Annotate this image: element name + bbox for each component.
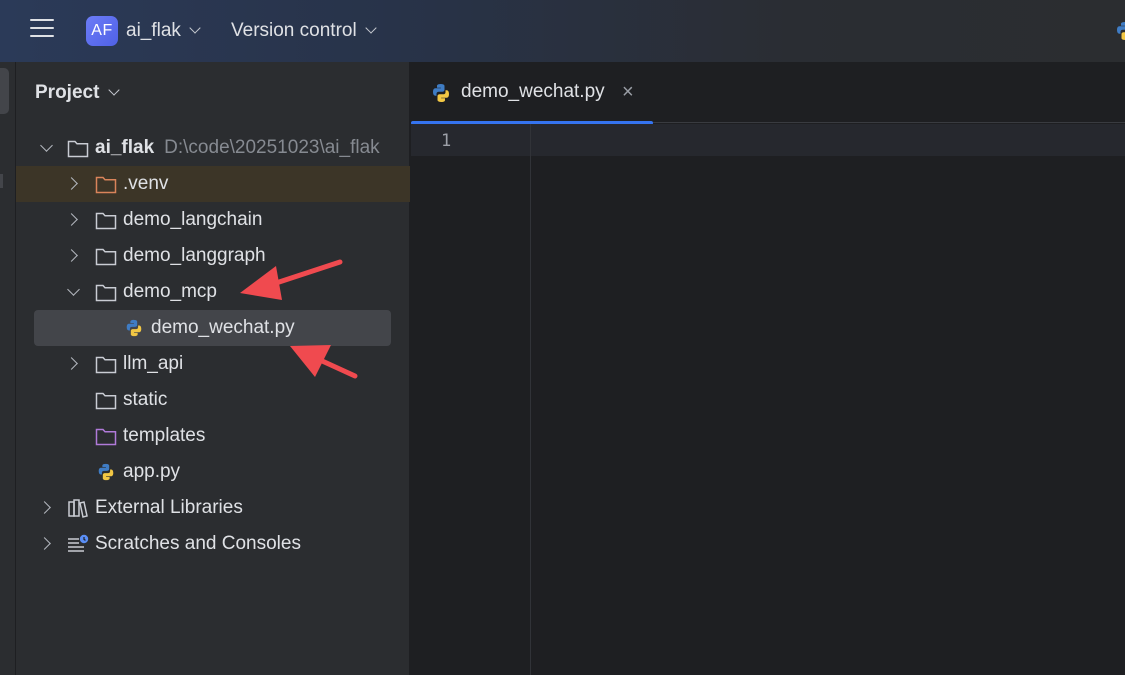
vcs-label: Version control: [231, 20, 357, 41]
tree-item-demo-langchain[interactable]: demo_langchain: [16, 202, 410, 238]
expand-arrow-icon[interactable]: [38, 537, 54, 551]
python-file-icon: [98, 463, 114, 481]
project-tool-tab[interactable]: [0, 68, 9, 114]
folder-icon: [95, 284, 117, 302]
close-icon[interactable]: ×: [622, 82, 634, 102]
tree-item-label: .venv: [123, 173, 169, 194]
expand-arrow-icon[interactable]: [65, 249, 81, 263]
folder-icon: [95, 356, 117, 374]
folder-icon: [67, 140, 89, 158]
tree-item-label: External Libraries: [95, 497, 243, 518]
current-line-highlight: [411, 124, 1125, 156]
tree-item-label: demo_langgraph: [123, 245, 266, 266]
project-switcher[interactable]: ai_flak: [126, 20, 201, 42]
main-menu-icon[interactable]: [30, 19, 56, 41]
library-icon: [68, 499, 88, 518]
tab-label: demo_wechat.py: [461, 81, 605, 102]
line-number: 1: [441, 131, 452, 151]
tree-item-scratches-and-consoles[interactable]: Scratches and Consoles: [16, 526, 410, 562]
tree-item-external-libraries[interactable]: External Libraries: [16, 490, 410, 526]
tree-item-label: demo_wechat.py: [151, 317, 295, 338]
tree-item-label: demo_mcp: [123, 281, 217, 302]
tree-item-label: app.py: [123, 461, 181, 482]
tree-item-templates[interactable]: templates: [16, 418, 410, 454]
tree-item-label: llm_api: [123, 353, 184, 374]
tool-window-strip: [0, 62, 16, 675]
strip-marker: [0, 174, 3, 188]
root-label: ai_flak: [95, 137, 155, 158]
project-name: ai_flak: [126, 20, 181, 41]
tree-item-llm-api[interactable]: llm_api: [16, 346, 410, 382]
expand-arrow-icon[interactable]: [38, 501, 54, 515]
project-view-selector[interactable]: Project: [35, 82, 121, 104]
tree-item-label: templates: [123, 425, 206, 446]
project-badge[interactable]: AF: [86, 16, 118, 46]
editor-tab-bar: demo_wechat.py ×: [411, 62, 1125, 125]
tab-demo-wechat-py[interactable]: demo_wechat.py ×: [411, 62, 653, 125]
tree-item-label: Scratches and Consoles: [95, 533, 301, 554]
scratches-icon: [68, 534, 89, 552]
panel-title: Project: [35, 82, 100, 103]
expand-arrow-icon[interactable]: [65, 357, 81, 371]
gutter-divider: [530, 124, 531, 675]
python-file-icon: [433, 84, 449, 102]
python-file-icon: [126, 319, 142, 337]
tree-item-venv[interactable]: .venv: [16, 166, 410, 202]
root-path: D:\code\20251023\ai_flak: [164, 137, 380, 158]
expand-arrow-icon[interactable]: [65, 213, 81, 227]
project-panel: Project ai_flak D:\code\20251023\ai_flak …: [16, 62, 410, 675]
chevron-down-icon: [189, 22, 201, 34]
tree-item-label: demo_langchain: [123, 209, 263, 230]
tree-item-app-py[interactable]: app.py: [16, 454, 410, 490]
python-icon[interactable]: [1114, 20, 1125, 42]
expand-arrow-icon[interactable]: [65, 177, 81, 191]
tree-item-demo-mcp[interactable]: demo_mcp: [16, 274, 410, 310]
tree-item-label: static: [123, 389, 168, 410]
tree-item-demo-wechat-py[interactable]: demo_wechat.py: [34, 310, 391, 346]
tree-item-demo-langgraph[interactable]: demo_langgraph: [16, 238, 410, 274]
folder-icon: [95, 212, 117, 230]
tree-root-ai-flak[interactable]: ai_flak D:\code\20251023\ai_flak: [16, 130, 410, 166]
chevron-down-icon: [108, 84, 121, 96]
templates-folder-icon: [95, 428, 117, 446]
expand-arrow-icon[interactable]: [40, 139, 54, 155]
title-bar: AF ai_flak Version control: [0, 0, 1125, 62]
tree-item-static[interactable]: static: [16, 382, 410, 418]
collapse-arrow-icon[interactable]: [67, 283, 81, 299]
folder-icon: [95, 392, 117, 410]
editor-area[interactable]: demo_wechat.py × 1: [411, 62, 1125, 675]
version-control-menu[interactable]: Version control: [231, 20, 377, 42]
folder-icon: [95, 176, 117, 194]
folder-icon: [95, 248, 117, 266]
chevron-down-icon: [365, 22, 377, 34]
